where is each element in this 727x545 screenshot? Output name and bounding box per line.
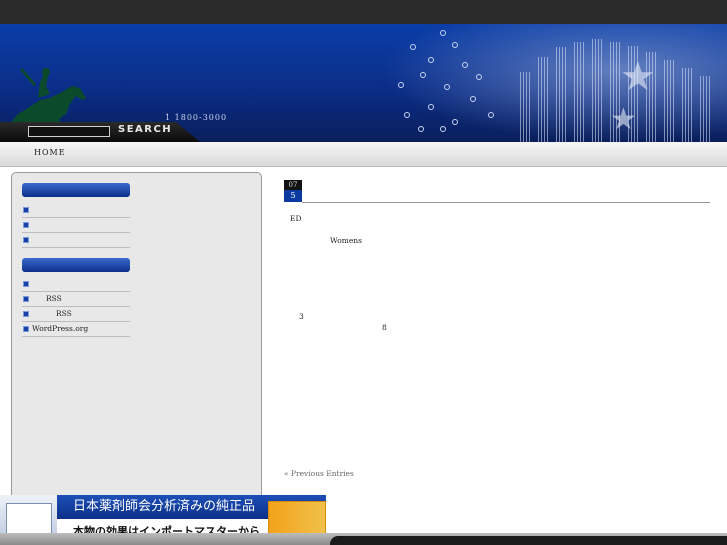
- bullet-icon: [23, 326, 29, 332]
- list-item[interactable]: RSS: [22, 307, 130, 322]
- sidebar-meta-list: RSS RSS WordPress.org: [22, 277, 130, 337]
- post-text: ED: [290, 214, 302, 223]
- previous-entries-link[interactable]: « Previous Entries: [284, 469, 354, 478]
- star-decoration: ★: [620, 54, 656, 100]
- entries-rss-link[interactable]: RSS: [46, 294, 62, 303]
- sidebar-widget-list: [22, 203, 130, 248]
- post-text: 8: [382, 323, 387, 332]
- sidebar-widget-header: [22, 183, 130, 197]
- sidebar-widget-header: [22, 258, 130, 272]
- search-button[interactable]: SEARCH: [118, 124, 172, 135]
- post-text: 3: [299, 312, 304, 321]
- post-title-rule: [302, 202, 710, 203]
- nav-home-link[interactable]: HOME: [34, 148, 66, 157]
- bullet-icon: [23, 222, 29, 228]
- post-date: 07 5: [284, 180, 302, 202]
- list-item[interactable]: [22, 218, 130, 233]
- list-item[interactable]: [22, 233, 130, 248]
- post-text: Womens: [330, 236, 362, 245]
- bullet-icon: [23, 296, 29, 302]
- comments-rss-link[interactable]: RSS: [56, 309, 72, 318]
- bullet-icon: [23, 237, 29, 243]
- bullet-icon: [23, 311, 29, 317]
- nav-bar: [0, 142, 727, 167]
- search-input[interactable]: [28, 126, 110, 137]
- bullet-icon: [23, 281, 29, 287]
- footer-bar: [0, 533, 727, 545]
- list-item[interactable]: RSS: [22, 292, 130, 307]
- bullet-icon: [23, 207, 29, 213]
- list-item[interactable]: [22, 277, 130, 292]
- post-date-month: 07: [284, 180, 302, 190]
- post-date-day: 5: [284, 190, 302, 202]
- list-item[interactable]: [22, 203, 130, 218]
- list-item[interactable]: WordPress.org: [22, 322, 130, 337]
- top-strip: [0, 0, 727, 24]
- phone-number: 1 1800-3000: [165, 113, 228, 122]
- star-decoration: ★: [610, 102, 637, 137]
- wordpress-org-link[interactable]: WordPress.org: [32, 324, 88, 333]
